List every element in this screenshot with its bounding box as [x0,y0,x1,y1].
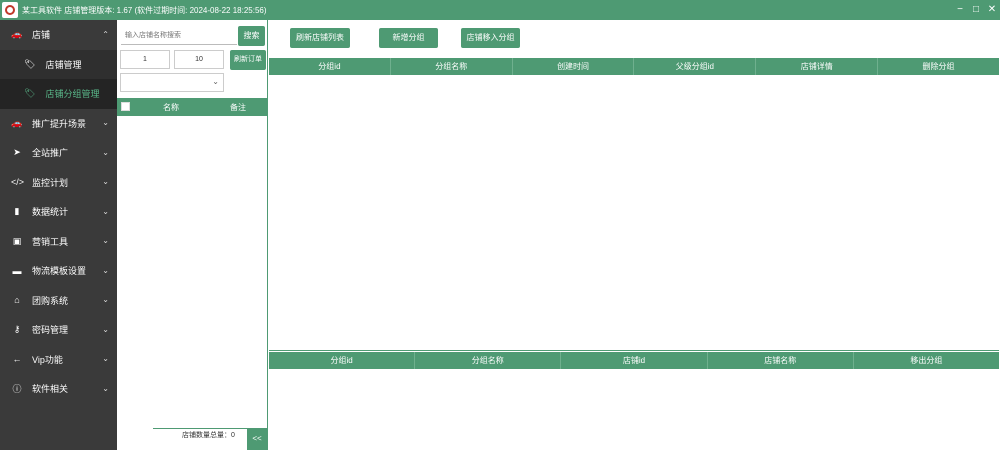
select-all-checkbox[interactable] [121,102,130,111]
shop-icon: 🚗 [11,29,23,40]
column-header-name: 名称 [163,103,179,112]
sidebar-item-full-site-promotion[interactable]: ➤ 全站推广 ⌄ [0,138,117,168]
column-header-created-time: 创建时间 [513,58,635,75]
sidebar-item-label: 监控计划 [32,177,69,188]
collapse-button[interactable]: << [247,428,267,450]
sidebar-subitem-shop-manage[interactable]: 🏷 店铺管理 [0,49,117,79]
sidebar-item-label: 团购系统 [32,295,69,306]
page-number-input[interactable]: 1 [120,50,170,69]
column-header-group-name: 分组名称 [415,352,562,369]
column-header-group-id: 分组id [269,58,391,75]
briefcase-icon: ▬ [12,265,22,276]
key-icon: ⚷ [13,324,21,335]
page-size-input[interactable]: 10 [174,50,224,69]
chevron-down-icon: ⌄ [102,206,109,216]
sidebar-item-label: 数据统计 [32,207,69,218]
chevron-down-icon: ⌄ [102,177,109,187]
chevron-down-icon: ⌄ [102,265,109,275]
send-icon: ➤ [13,147,21,158]
chevron-down-icon: ⌄ [102,295,109,305]
minimize-button[interactable]: − [952,0,968,20]
chevron-up-icon: ⌃ [102,29,109,39]
info-icon: ⓘ [12,384,22,395]
sidebar-item-label: 全站推广 [32,148,69,159]
sidebar-item-monitor-plan[interactable]: </> 监控计划 ⌄ [0,168,117,198]
group-shop-table-body [269,369,999,450]
sidebar-item-software[interactable]: ⓘ 软件相关 ⌄ [0,374,117,404]
tag-icon: 🏷 [24,58,36,69]
chevron-down-icon: ⌄ [212,77,219,86]
sidebar-item-vip[interactable]: ← Vip功能 ⌄ [0,345,117,375]
column-header-shop-details: 店铺详情 [756,58,879,75]
group-shop-table-header: 分组id 分组名称 店铺id 店铺名称 移出分组 [269,352,999,369]
sidebar-item-label: Vip功能 [32,354,63,365]
sidebar-subitem-shop-group-manage[interactable]: 🏷 店铺分组管理 [0,79,117,109]
shop-table-header: 名称 备注 [117,98,267,116]
app-logo-icon [2,2,18,18]
add-group-button[interactable]: 新增分组 [379,28,438,48]
search-button[interactable]: 搜索 [238,26,265,46]
sidebar-item-marketing-tools[interactable]: ▣ 营销工具 ⌄ [0,227,117,257]
chevron-down-icon: ⌄ [102,354,109,364]
sidebar-item-label: 店铺 [32,30,51,41]
bank-icon: ⌂ [14,295,20,306]
move-shop-to-group-button[interactable]: 店铺移入分组 [461,28,520,48]
sidebar-item-group-buy[interactable]: ⌂ 团购系统 ⌄ [0,286,117,316]
sidebar: 🚗 店铺 ⌃ 🏷 店铺管理 🏷 店铺分组管理 🚗 推广提升场景 ⌄ ➤ 全站推广… [0,20,117,450]
sidebar-subitem-label: 店铺分组管理 [45,89,100,100]
sidebar-subitem-label: 店铺管理 [45,59,82,70]
profile-icon: ▣ [12,235,22,246]
sidebar-item-label: 推广提升场景 [32,118,87,129]
chart-icon: ▮ [14,206,20,217]
sidebar-item-password-manage[interactable]: ⚷ 密码管理 ⌄ [0,315,117,345]
shop-list-panel: 搜索 1 10 刷新订单 ⌄ 名称 备注 店铺数量总量：0 << [117,20,268,450]
chevron-down-icon: ⌄ [102,324,109,334]
maximize-button[interactable]: □ [968,0,984,20]
tag-icon: 🏷 [24,88,36,99]
window-controls: − □ ✕ [952,0,1000,20]
sidebar-item-promotion-scene[interactable]: 🚗 推广提升场景 ⌄ [0,109,117,139]
sidebar-item-label: 营销工具 [32,236,69,247]
refresh-shop-list-button[interactable]: 刷新店铺列表 [290,28,350,48]
chevron-down-icon: ⌄ [102,236,109,246]
sidebar-item-label: 物流模板设置 [32,266,87,277]
column-header-group-id: 分组id [269,352,416,369]
column-header-group-name: 分组名称 [391,58,513,75]
arrow-left-icon: ← [12,354,22,365]
column-header-remark: 备注 [230,103,246,112]
code-icon: </> [11,177,25,188]
sidebar-item-label: 密码管理 [32,325,69,336]
group-table-body [269,75,999,351]
column-header-remove-from-group: 移出分组 [910,356,943,365]
car-icon: 🚗 [11,117,23,128]
refresh-orders-button[interactable]: 刷新订单 [230,50,266,70]
column-header-shop-name: 店铺名称 [708,352,854,369]
title-bar: 某工具软件 店铺管理版本: 1.67 (软件过期时间: 2024-08-22 1… [0,0,1000,20]
sidebar-item-logistics-template[interactable]: ▬ 物流模板设置 ⌄ [0,256,117,286]
chevron-down-icon: ⌄ [102,147,109,157]
chevron-down-icon: ⌄ [102,383,109,393]
group-select[interactable]: ⌄ [120,73,224,92]
close-button[interactable]: ✕ [984,0,1000,20]
group-panel: 刷新店铺列表 新增分组 店铺移入分组 分组id 分组名称 创建时间 父级分组id… [268,20,1000,450]
column-header-delete-group: 删除分组 [922,62,955,71]
column-header-parent-group-id: 父级分组id [634,58,757,75]
sidebar-item-label: 软件相关 [32,384,69,395]
group-table-header: 分组id 分组名称 创建时间 父级分组id 店铺详情 删除分组 [269,58,999,75]
search-input[interactable] [121,26,237,45]
chevron-down-icon: ⌄ [102,118,109,128]
sidebar-item-shop[interactable]: 🚗 店铺 ⌃ [0,20,117,50]
column-header-shop-id: 店铺id [561,352,708,369]
window-title: 某工具软件 店铺管理版本: 1.67 (软件过期时间: 2024-08-22 1… [22,5,267,15]
sidebar-item-statistics[interactable]: ▮ 数据统计 ⌄ [0,197,117,227]
